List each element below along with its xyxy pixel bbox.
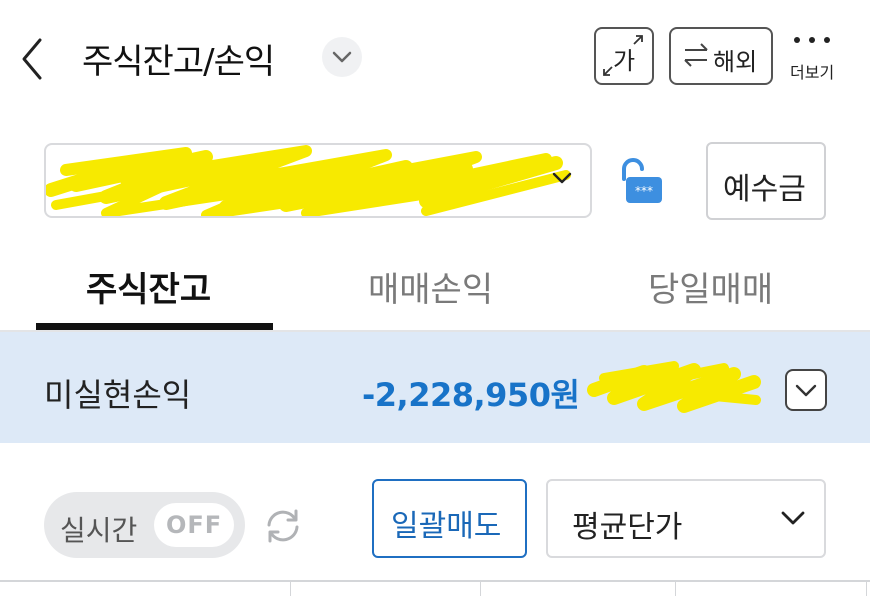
svg-text:***: *** [635, 184, 653, 198]
password-lock-button[interactable]: *** [612, 157, 664, 205]
more-dots-icon [794, 37, 830, 43]
font-size-button[interactable]: 가 [594, 27, 654, 85]
overseas-button[interactable]: 해외 [669, 27, 773, 85]
redaction-scribble [46, 145, 571, 216]
expand-button[interactable] [785, 369, 827, 411]
bulk-sell-label: 일괄매도 [391, 509, 502, 544]
table-column-divider [866, 582, 867, 596]
resize-icon [603, 35, 643, 76]
realtime-label: 실시간 [60, 514, 138, 547]
chevron-down-icon [795, 384, 817, 397]
swap-icon [684, 43, 708, 67]
profit-value: -2,228,950원 [362, 376, 580, 414]
title-dropdown-button[interactable] [322, 37, 362, 77]
chevron-down-icon [781, 511, 805, 525]
price-type-value: 평균단가 [572, 510, 683, 545]
bulk-sell-button[interactable]: 일괄매도 [372, 479, 527, 558]
deposit-label: 예수금 [723, 172, 806, 207]
deposit-button[interactable]: 예수금 [706, 142, 826, 220]
refresh-icon [267, 509, 299, 543]
account-selector[interactable] [44, 143, 592, 218]
redaction-scribble [587, 361, 761, 413]
realtime-state: OFF [166, 511, 223, 539]
tab-daily-trade[interactable]: 당일매매 [648, 262, 773, 311]
tab-trade-profit[interactable]: 매매손익 [368, 262, 493, 311]
lock-icon: *** [622, 158, 662, 203]
chevron-down-icon [332, 51, 352, 63]
realtime-switch: OFF [154, 503, 234, 547]
page-title: 주식잔고/손익 [82, 42, 275, 82]
back-icon [22, 38, 42, 80]
more-button[interactable]: 더보기 [790, 30, 840, 90]
table-column-divider [480, 582, 481, 596]
table-column-divider [675, 582, 676, 596]
overseas-label: 해외 [713, 48, 758, 76]
active-tab-indicator [36, 323, 273, 330]
back-button[interactable] [14, 34, 54, 84]
chevron-down-icon [552, 172, 572, 184]
profit-label: 미실현손익 [44, 376, 192, 414]
more-label: 더보기 [790, 63, 835, 82]
tab-stock-balance[interactable]: 주식잔고 [86, 262, 211, 311]
price-type-select[interactable]: 평균단가 [546, 479, 826, 558]
realtime-toggle[interactable]: 실시간 OFF [44, 492, 245, 558]
table-header-edge [0, 580, 870, 598]
unrealized-profit-row: 미실현손익 -2,228,950원 [0, 332, 870, 443]
refresh-button[interactable] [262, 505, 304, 547]
table-column-divider [290, 582, 291, 596]
